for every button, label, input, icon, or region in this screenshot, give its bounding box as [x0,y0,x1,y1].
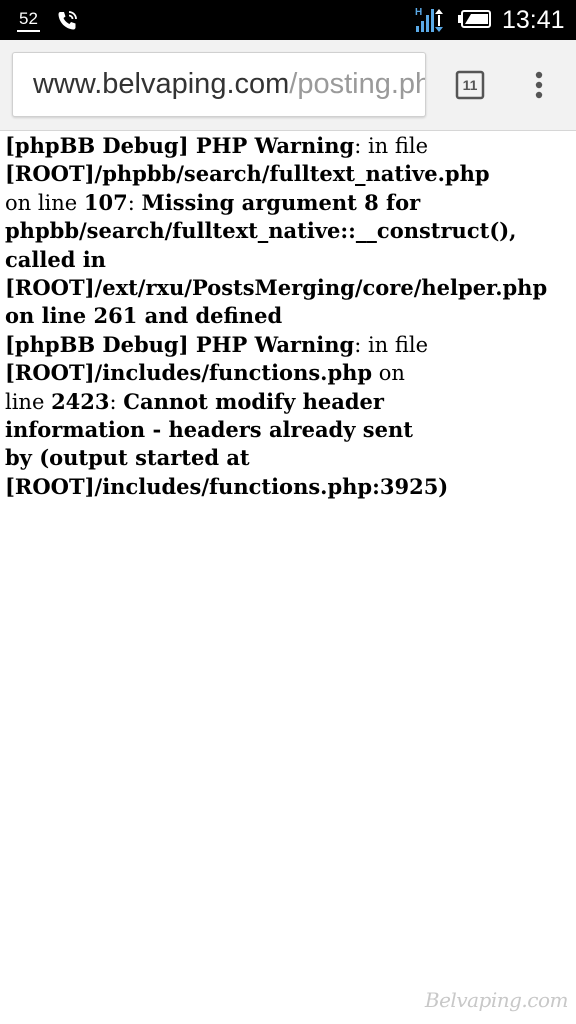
error-line: on line 107: Missing argument 8 for [5,189,575,217]
error-text-bold: [ROOT]/includes/functions.php [5,360,373,386]
error-text: : in file [354,134,429,158]
browser-toolbar: www.belvaping.com/posting.php 11 [0,40,576,131]
error-text: : [109,389,124,414]
url-host: www.belvaping.com [33,68,290,100]
url-path: /posting.php [289,68,425,100]
error-text: on line [5,190,84,215]
error-text-bold: phpbb/search/fulltext_native::__construc… [5,218,517,244]
status-bar: 52 H 13:41 [0,0,576,40]
error-line: [phpBB Debug] PHP Warning: in file [5,132,575,160]
tab-count: 11 [462,77,478,93]
error-text-bold: on line 261 and defined [5,303,283,329]
error-line: line 2423: Cannot modify header [5,388,575,416]
error-line: phpbb/search/fulltext_native::__construc… [5,217,575,245]
error-line: [ROOT]/phpbb/search/fulltext_native.php [5,160,575,188]
error-text: : [127,190,142,215]
error-text-bold: 2423 [51,388,110,414]
error-text-bold: [phpBB Debug] PHP Warning [5,133,355,158]
error-line: called in [5,246,575,274]
error-line: by (output started at [5,444,575,472]
battery-icon [458,10,492,28]
error-text-bold: Missing argument 8 for [141,189,421,215]
overflow-menu-button[interactable] [526,70,552,104]
tabs-button[interactable]: 11 [455,70,485,100]
error-line: [ROOT]/includes/functions.php on [5,359,575,387]
error-text-bold: [ROOT]/ext/rxu/PostsMerging/core/helper.… [5,275,548,301]
notification-count: 52 [17,9,40,32]
error-line: [ROOT]/includes/functions.php:3925) [5,473,575,501]
error-text-bold: called in [5,246,106,272]
watermark: Belvaping.com [424,988,569,1012]
phone-call-icon [55,9,79,33]
svg-text:H: H [415,7,422,18]
error-text: on [372,361,405,386]
address-bar[interactable]: www.belvaping.com/posting.php [12,52,426,117]
clock: 13:41 [502,6,565,34]
error-line: [ROOT]/ext/rxu/PostsMerging/core/helper.… [5,274,575,302]
error-text: line [5,389,52,414]
error-line: on line 261 and defined [5,302,575,330]
error-text-bold: [phpBB Debug] PHP Warning [5,331,355,357]
error-text: : in file [354,332,429,357]
error-text-bold: by (output started at [5,445,250,471]
error-text-bold: information - headers already sent [5,417,413,443]
error-text-bold: 107 [83,189,128,215]
error-text-bold: Cannot modify header [123,388,384,414]
hplus-signal-icon: H [414,6,446,34]
error-line: information - headers already sent [5,416,575,444]
page-content: [phpBB Debug] PHP Warning: in file [ROOT]… [5,132,575,501]
error-line: [phpBB Debug] PHP Warning: in file [5,331,575,359]
error-text-bold: [ROOT]/phpbb/search/fulltext_native.php [5,161,490,187]
overflow-menu-icon [535,71,543,99]
error-text-bold: [ROOT]/includes/functions.php:3925) [5,473,449,499]
